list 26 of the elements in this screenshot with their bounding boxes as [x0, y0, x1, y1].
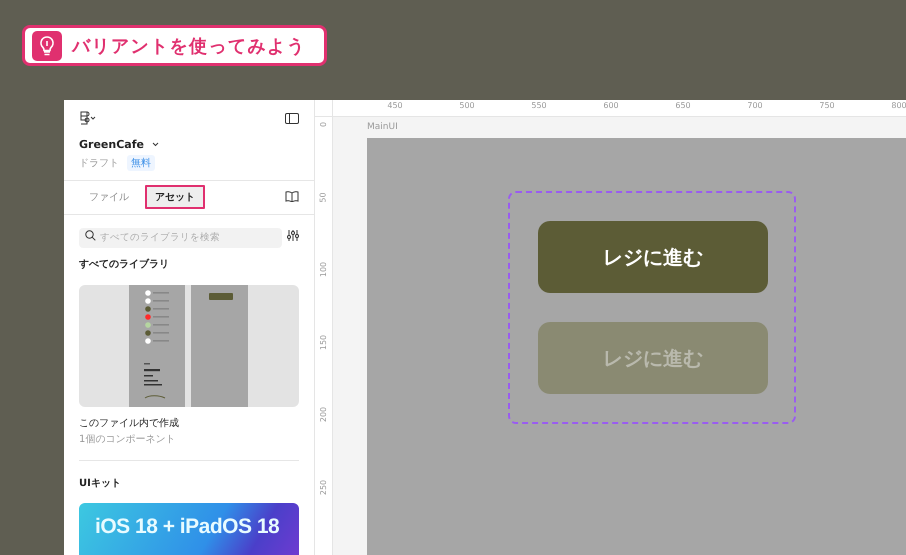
checkout-button[interactable]: レジに進む [538, 322, 768, 394]
checkout-button[interactable]: レジに進む [538, 221, 768, 293]
figma-logo-icon[interactable] [79, 111, 97, 125]
callout-text: バリアントを使ってみよう [72, 34, 306, 58]
panel-tab[interactable]: ファイル [79, 184, 139, 208]
file-location: ドラフト [79, 157, 119, 170]
chevron-down-icon[interactable] [152, 142, 159, 147]
section-heading: すべてのライブラリ [79, 258, 170, 271]
component-set-outline[interactable]: レジに進む レジに進む [508, 191, 796, 424]
search-icon [85, 230, 96, 240]
file-name: GreenCafe [79, 138, 144, 151]
frame-label[interactable]: MainUI [367, 122, 906, 138]
panel-tab[interactable]: アセット [145, 184, 205, 208]
library-thumbnail-drawing[interactable] [79, 285, 299, 407]
filter-sliders-icon[interactable] [287, 230, 299, 240]
horizontal-ruler: 450 500 550 600 650 700 750 800 [333, 100, 906, 117]
lightbulb-icon [32, 30, 62, 60]
vertical-ruler: 0 50 100 150 200 250 [315, 117, 333, 555]
sidebar-toggle-icon[interactable] [285, 112, 299, 124]
component-count: 1個のコンポーネント [79, 433, 176, 446]
section-heading: UIキット [79, 477, 122, 490]
search-field[interactable]: すべてのライブラリを検索 [79, 228, 282, 248]
plan-badge: 無料 [127, 155, 155, 171]
library-title: このファイル内で作成 [79, 416, 180, 430]
book-icon[interactable] [285, 191, 299, 202]
ui-kit-banner[interactable]: iOS 18 + iPadOS 18 [79, 503, 299, 555]
